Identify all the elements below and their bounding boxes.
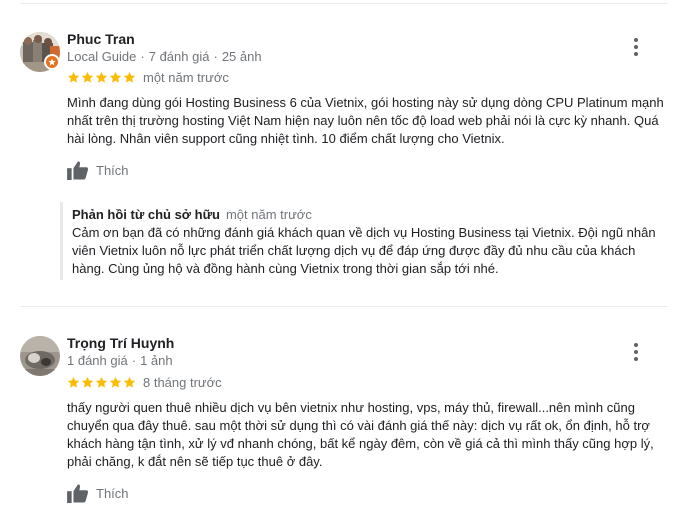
star-icon xyxy=(95,376,108,388)
like-button[interactable]: Thích xyxy=(67,483,129,503)
review-count: 7 đánh giá xyxy=(148,49,210,64)
star-icon xyxy=(109,71,122,83)
review-count: 1 đánh giá xyxy=(67,353,128,368)
reply-header: Phản hồi từ chủ sở hữu một năm trước xyxy=(72,202,668,222)
review-text: thấy người quen thuê nhiều dịch vụ bên v… xyxy=(67,400,654,469)
local-guide-label: Local Guide xyxy=(67,49,137,64)
star-icon xyxy=(109,376,122,388)
photo-count: 25 ảnh xyxy=(221,49,262,64)
reply-time: một năm trước xyxy=(225,207,312,222)
more-options-button[interactable] xyxy=(626,340,646,364)
like-label: Thích xyxy=(96,485,129,501)
photo-count: 1 ảnh xyxy=(140,353,173,368)
more-vert-icon xyxy=(634,38,638,42)
author-meta: Local Guide · 7 đánh giá · 25 ảnh xyxy=(67,49,262,64)
avatar[interactable] xyxy=(20,336,60,376)
review-time: một năm trước xyxy=(143,70,229,85)
like-button[interactable]: Thích xyxy=(67,160,129,180)
star-icon xyxy=(67,71,80,83)
star-icon xyxy=(81,376,94,388)
author-meta: 1 đánh giá · 1 ảnh xyxy=(67,353,173,368)
star-icon xyxy=(81,71,94,83)
reply-title: Phản hồi từ chủ sở hữu xyxy=(72,207,220,222)
star-icon xyxy=(95,71,108,83)
top-divider xyxy=(20,3,668,4)
star-icon xyxy=(67,376,80,388)
author-name[interactable]: Phuc Tran xyxy=(67,31,135,47)
review-text: Mình đang dùng gói Hosting Business 6 củ… xyxy=(67,95,664,146)
thumb-up-icon xyxy=(67,484,89,503)
star-rating xyxy=(67,376,136,389)
review-divider xyxy=(20,306,668,307)
star-icon xyxy=(123,71,136,83)
review-time: 8 tháng trước xyxy=(143,375,222,390)
star-icon xyxy=(123,376,136,388)
local-guide-badge-icon xyxy=(44,54,60,70)
author-name[interactable]: Trọng Trí Huynh xyxy=(67,335,174,351)
more-vert-icon xyxy=(634,343,638,347)
star-rating xyxy=(67,71,136,84)
thumb-up-icon xyxy=(67,161,89,180)
more-options-button[interactable] xyxy=(626,35,646,59)
like-label: Thích xyxy=(96,162,129,178)
reply-text: Cảm ơn bạn đã có những đánh giá khách qu… xyxy=(72,225,656,276)
owner-reply: Phản hồi từ chủ sở hữu một năm trước Cảm … xyxy=(60,202,668,280)
